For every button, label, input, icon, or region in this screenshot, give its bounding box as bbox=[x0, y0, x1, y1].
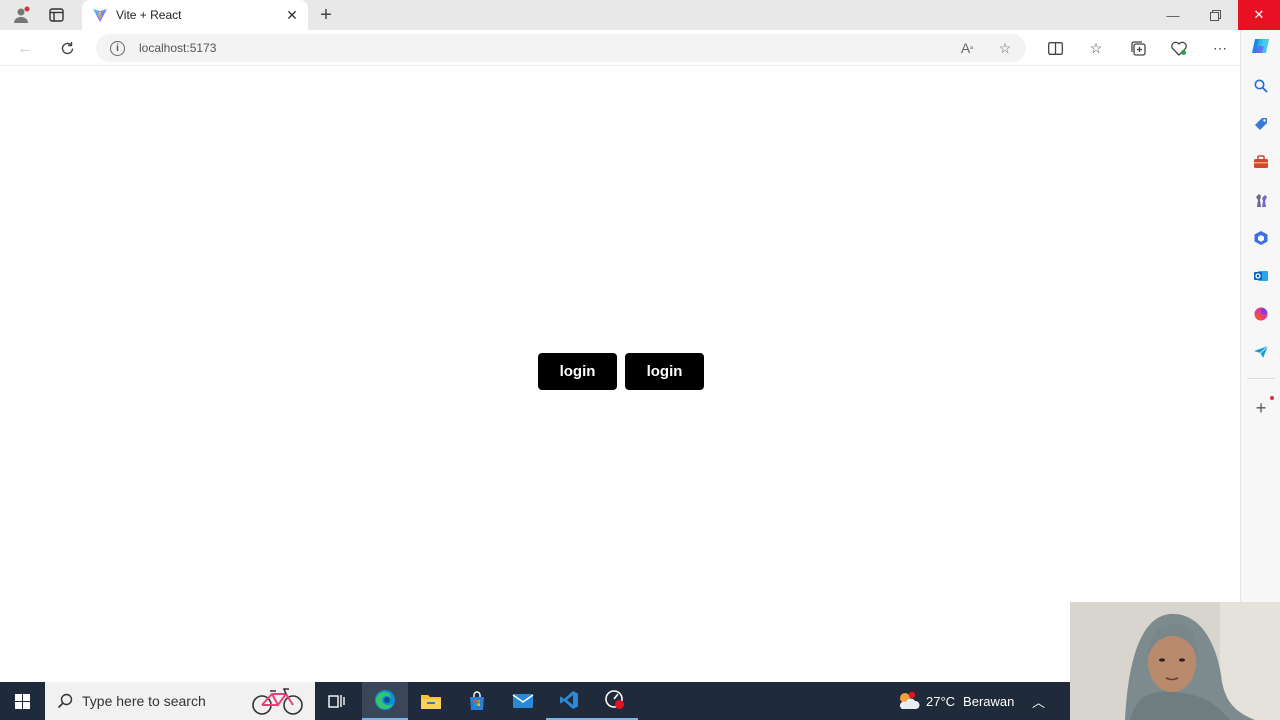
send-icon[interactable] bbox=[1251, 342, 1271, 362]
window-close-button[interactable]: ✕ bbox=[1238, 0, 1280, 30]
workspaces-icon[interactable] bbox=[45, 4, 67, 26]
url-text: localhost:5173 bbox=[139, 41, 217, 55]
bicycle-illustration bbox=[252, 688, 303, 715]
browser-tab-bar: Vite + React ✕ + — ✕ bbox=[0, 0, 1280, 30]
back-icon[interactable]: ← bbox=[14, 37, 36, 59]
browser-essentials-icon[interactable] bbox=[1168, 37, 1190, 59]
more-icon[interactable]: ⋯ bbox=[1209, 37, 1231, 59]
favorite-star-icon[interactable]: ☆ bbox=[994, 37, 1016, 59]
favorites-icon[interactable]: ☆ bbox=[1085, 37, 1107, 59]
button-row: login login bbox=[538, 353, 704, 390]
minimize-icon[interactable]: — bbox=[1152, 0, 1194, 30]
task-view-icon[interactable] bbox=[314, 682, 360, 720]
designer-icon[interactable] bbox=[1251, 304, 1271, 324]
search-icon bbox=[57, 693, 73, 709]
sidebar-divider bbox=[1247, 378, 1275, 379]
weather-condition: Berawan bbox=[963, 693, 1015, 709]
login-button-1[interactable]: login bbox=[538, 353, 617, 390]
vscode-icon[interactable] bbox=[546, 682, 592, 720]
tab-title: Vite + React bbox=[116, 8, 182, 22]
windows-start-icon[interactable] bbox=[0, 682, 45, 720]
store-icon[interactable] bbox=[454, 682, 500, 720]
tools-icon[interactable] bbox=[1251, 152, 1271, 172]
refresh-icon[interactable] bbox=[56, 37, 78, 59]
new-tab-icon[interactable]: + bbox=[314, 4, 338, 26]
search-placeholder: Type here to search bbox=[82, 693, 206, 709]
vite-favicon bbox=[93, 9, 107, 22]
add-icon[interactable]: + bbox=[1251, 398, 1271, 418]
record-icon[interactable] bbox=[592, 682, 638, 720]
mail-icon[interactable] bbox=[500, 682, 546, 720]
search-icon[interactable] bbox=[1251, 76, 1271, 96]
screen: Vite + React ✕ + — ✕ ← i localhost:5173 … bbox=[0, 0, 1280, 720]
login-button-2[interactable]: login bbox=[625, 353, 704, 390]
close-icon[interactable]: ✕ bbox=[282, 5, 302, 25]
info-icon[interactable]: i bbox=[110, 40, 125, 56]
games-icon[interactable] bbox=[1251, 190, 1271, 210]
microsoft365-icon[interactable] bbox=[1251, 228, 1271, 248]
edge-sidebar: + bbox=[1240, 30, 1280, 682]
read-aloud-icon[interactable]: Aᵃ bbox=[956, 37, 978, 59]
copilot-icon[interactable] bbox=[1251, 36, 1271, 56]
split-screen-icon[interactable] bbox=[1044, 37, 1066, 59]
browser-toolbar: ← i localhost:5173 Aᵃ ☆ ☆ ⋯ bbox=[0, 30, 1240, 66]
weather-widget[interactable]: 27°C Berawan bbox=[896, 682, 1014, 720]
file-explorer-icon[interactable] bbox=[408, 682, 454, 720]
restore-icon[interactable] bbox=[1194, 0, 1236, 30]
webcam-overlay bbox=[1070, 602, 1280, 720]
weather-temperature: 27°C bbox=[926, 693, 956, 709]
outlook-icon[interactable] bbox=[1251, 266, 1271, 286]
edge-icon[interactable] bbox=[362, 682, 408, 720]
weather-icon bbox=[899, 691, 920, 709]
chevron-up-icon[interactable]: ︿ bbox=[1032, 692, 1045, 711]
page-content: login login bbox=[0, 67, 1240, 682]
profile-icon[interactable] bbox=[10, 4, 32, 26]
address-bar[interactable]: i localhost:5173 Aᵃ ☆ bbox=[96, 34, 1026, 62]
notification-dot bbox=[1270, 396, 1274, 400]
tab-vite-react[interactable]: Vite + React ✕ bbox=[82, 0, 308, 30]
collections-icon[interactable] bbox=[1127, 37, 1149, 59]
shopping-icon[interactable] bbox=[1251, 114, 1271, 134]
